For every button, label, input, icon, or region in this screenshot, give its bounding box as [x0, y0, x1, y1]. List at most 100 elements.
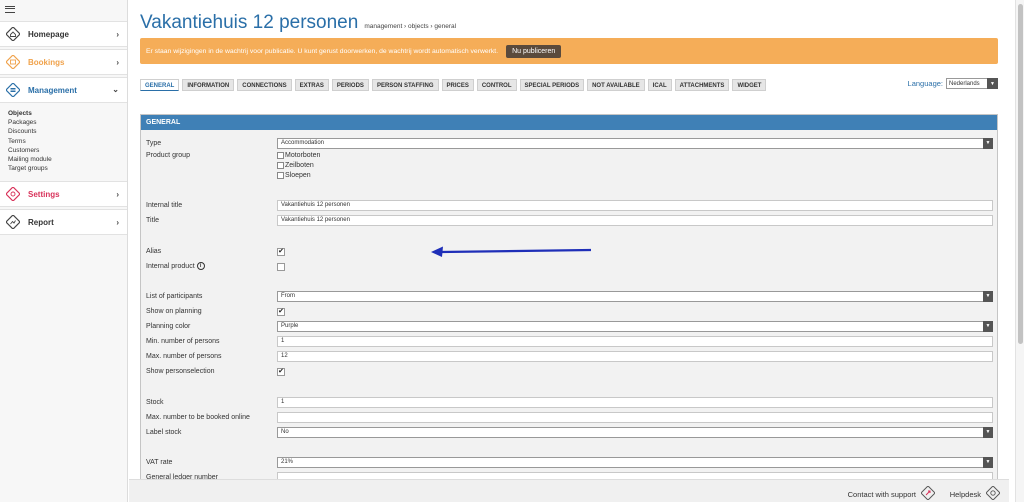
language-select[interactable]: Nederlands ▼	[946, 78, 998, 89]
language-label: Language:	[907, 79, 943, 88]
tab-bar: GENERAL INFORMATION CONNECTIONS EXTRAS P…	[140, 79, 769, 91]
hamburger-icon	[5, 5, 15, 13]
row-product-group: Product group Motorboten Zeilboten Sloep…	[146, 150, 992, 179]
tab-widget[interactable]: WIDGET	[732, 79, 767, 91]
sidebar-item-label: Settings	[28, 189, 60, 199]
label-stock-select[interactable]: No ▼	[277, 427, 993, 438]
page-scrollbar[interactable]	[1015, 0, 1024, 502]
vat-label: VAT rate	[146, 459, 173, 466]
type-value: Accommodation	[281, 140, 325, 146]
stock-input[interactable]: 1	[277, 397, 993, 408]
checkbox[interactable]	[277, 152, 284, 159]
lifebuoy-icon	[985, 485, 1001, 502]
sidebar-item-management[interactable]: Management ⌄	[0, 77, 127, 103]
planning-color-select[interactable]: Purple ▼	[277, 321, 993, 332]
home-icon	[5, 27, 20, 42]
submenu-item-objects[interactable]: Objects	[8, 109, 127, 118]
alias-checkbox[interactable]: ✔	[277, 248, 285, 256]
stock-label: Stock	[146, 399, 164, 406]
participants-label: List of participants	[146, 293, 203, 300]
scrollbar-thumb[interactable]	[1018, 4, 1023, 344]
helpdesk-link[interactable]: Helpdesk	[950, 485, 1001, 502]
planning-color-label: Planning color	[146, 323, 191, 330]
dropdown-arrow-icon: ▼	[987, 78, 998, 89]
tab-extras[interactable]: EXTRAS	[294, 79, 329, 91]
sidebar-item-label: Homepage	[28, 29, 69, 39]
tab-information[interactable]: INFORMATION	[182, 79, 235, 91]
max-online-label: Max. number to be booked online	[146, 414, 250, 421]
row-min-persons: Min. number of persons 1	[146, 336, 993, 348]
label-stock-value: No	[281, 429, 289, 435]
tab-control[interactable]: CONTROL	[476, 79, 517, 91]
max-online-input[interactable]	[277, 412, 993, 423]
row-show-personselection: Show personselection ✔	[146, 366, 992, 378]
tab-general[interactable]: GENERAL	[140, 79, 180, 91]
language-selector: Language: Nederlands ▼	[908, 78, 998, 89]
tab-person-staffing[interactable]: PERSON STAFFING	[371, 79, 439, 91]
checkbox[interactable]	[277, 172, 284, 179]
chevron-right-icon: ›	[116, 218, 119, 228]
app-window: Homepage › Bookings › Management ⌄ Objec…	[0, 0, 1024, 502]
dropdown-arrow-icon: ▼	[983, 291, 993, 302]
title-input[interactable]: Vakantiehuis 12 personen	[277, 215, 993, 226]
checkbox[interactable]	[277, 162, 284, 169]
participants-value: From	[281, 293, 295, 299]
sidebar-item-bookings[interactable]: Bookings ›	[0, 49, 127, 75]
internal-title-input[interactable]: Vakantiehuis 12 personen	[277, 200, 993, 211]
bookings-icon	[5, 55, 20, 70]
main-content: Vakantiehuis 12 personen management › ob…	[129, 0, 1009, 502]
rocket-icon	[920, 485, 936, 502]
show-personselection-checkbox[interactable]: ✔	[277, 368, 285, 376]
dropdown-arrow-icon: ▼	[983, 457, 993, 468]
vat-select[interactable]: 21% ▼	[277, 457, 993, 468]
dropdown-arrow-icon: ▼	[983, 427, 993, 438]
title-label: Title	[146, 217, 159, 224]
label-stock-label: Label stock	[146, 429, 182, 436]
submenu-item-mailing-module[interactable]: Mailing module	[8, 155, 127, 164]
language-value: Nederlands	[949, 80, 980, 87]
product-group-label: Product group	[146, 152, 190, 159]
tab-attachments[interactable]: ATTACHMENTS	[674, 79, 730, 91]
footer-bar: Contact with support Helpdesk	[129, 479, 1009, 502]
max-persons-input[interactable]: 12	[277, 351, 993, 362]
sidebar-item-report[interactable]: Report ›	[0, 209, 127, 236]
row-type: Type Accommodation ▼	[146, 138, 993, 150]
row-vat: VAT rate 21% ▼	[146, 457, 993, 469]
product-group-zeilboten[interactable]: Zeilboten	[277, 162, 314, 169]
submenu-item-terms[interactable]: Terms	[8, 137, 127, 146]
submenu-item-target-groups[interactable]: Target groups	[8, 164, 127, 173]
info-icon[interactable]: i	[196, 262, 205, 271]
tab-connections[interactable]: CONNECTIONS	[237, 79, 292, 91]
tab-prices[interactable]: PRICES	[441, 79, 474, 91]
tab-periods[interactable]: PERIODS	[331, 79, 369, 91]
product-group-motorboten[interactable]: Motorboten	[277, 152, 320, 159]
internal-product-checkbox[interactable]	[277, 263, 285, 271]
submenu-item-customers[interactable]: Customers	[8, 146, 127, 155]
participants-select[interactable]: From ▼	[277, 291, 993, 302]
banner-text: Er staan wijzigingen in de wachtrij voor…	[146, 47, 499, 55]
show-planning-checkbox[interactable]: ✔	[277, 308, 285, 316]
settings-icon	[5, 187, 20, 202]
submenu-item-discounts[interactable]: Discounts	[8, 127, 127, 136]
planning-color-value: Purple	[281, 323, 299, 329]
publish-queue-banner: Er staan wijzigingen in de wachtrij voor…	[140, 38, 998, 64]
tab-not-available[interactable]: NOT AVAILABLE	[587, 79, 645, 91]
menu-toggle[interactable]	[0, 0, 127, 18]
submenu-item-packages[interactable]: Packages	[8, 118, 127, 127]
min-persons-label: Min. number of persons	[146, 338, 220, 345]
row-internal-product: Internal product i	[146, 261, 992, 273]
row-label-stock: Label stock No ▼	[146, 427, 993, 439]
management-icon	[5, 83, 20, 98]
type-select[interactable]: Accommodation ▼	[277, 138, 993, 149]
sidebar-item-settings[interactable]: Settings ›	[0, 181, 127, 208]
sidebar-item-label: Bookings	[28, 57, 65, 67]
tab-special-periods[interactable]: SPECIAL PERIODS	[519, 79, 585, 91]
row-show-planning: Show on planning ✔	[146, 306, 992, 318]
tab-ical[interactable]: ICAL	[647, 79, 672, 91]
publish-now-button[interactable]: Nu publiceren	[506, 44, 562, 58]
max-persons-label: Max. number of persons	[146, 353, 222, 360]
contact-support-link[interactable]: Contact with support	[848, 485, 936, 502]
product-group-sloepen[interactable]: Sloepen	[277, 172, 311, 179]
sidebar-item-homepage[interactable]: Homepage ›	[0, 21, 127, 47]
min-persons-input[interactable]: 1	[277, 336, 993, 347]
